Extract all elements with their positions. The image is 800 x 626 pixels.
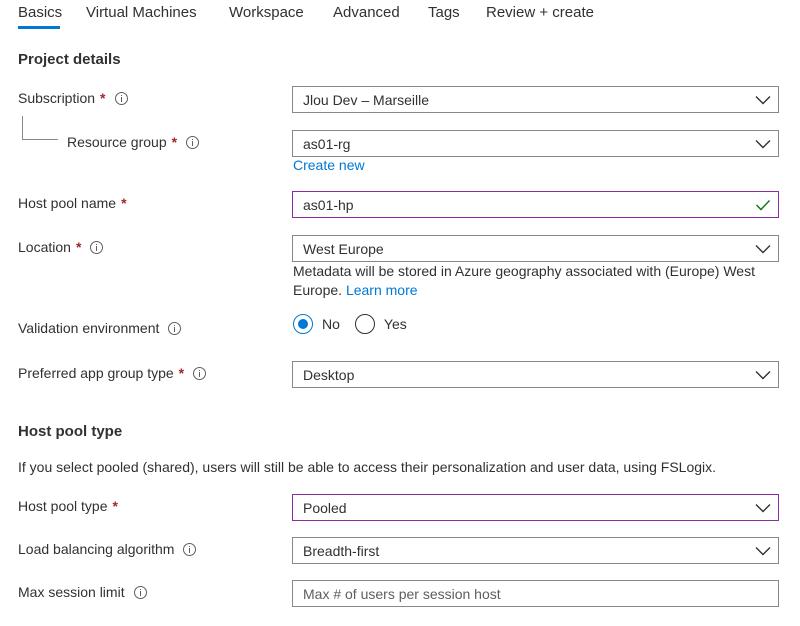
info-icon[interactable] <box>168 321 182 335</box>
tab-tags[interactable]: Tags <box>428 4 460 21</box>
chevron-down-icon <box>748 362 778 387</box>
required-marker: * <box>121 195 127 211</box>
create-new-link[interactable]: Create new <box>293 157 365 173</box>
resource-group-value: as01-rg <box>303 135 351 152</box>
app-group-type-value: Desktop <box>303 366 355 383</box>
chevron-down-icon <box>748 236 778 261</box>
resource-group-label: Resource group * <box>67 134 200 150</box>
tab-workspace[interactable]: Workspace <box>229 4 304 21</box>
active-tab-indicator <box>18 26 60 29</box>
chevron-down-icon <box>748 87 778 112</box>
info-icon[interactable] <box>186 135 200 149</box>
validation-environment-label-text: Validation environment <box>18 320 160 336</box>
subscription-label-text: Subscription <box>18 90 96 106</box>
checkmark-icon <box>748 192 778 217</box>
radio-yes-label: Yes <box>383 316 407 332</box>
tab-basics[interactable]: Basics <box>18 4 62 21</box>
resource-group-dropdown[interactable]: as01-rg <box>292 130 779 157</box>
app-group-type-label-text: Preferred app group type <box>18 365 174 381</box>
radio-yes[interactable]: Yes <box>354 314 407 334</box>
app-group-type-dropdown[interactable]: Desktop <box>292 361 779 388</box>
tab-review-create[interactable]: Review + create <box>486 4 594 21</box>
load-balancing-value: Breadth-first <box>303 542 380 559</box>
tab-advanced[interactable]: Advanced <box>333 4 400 21</box>
host-pool-name-label: Host pool name * <box>18 195 127 211</box>
load-balancing-label-text: Load balancing algorithm <box>18 541 175 557</box>
chevron-down-icon <box>748 131 778 156</box>
host-pool-type-description: If you select pooled (shared), users wil… <box>18 459 717 475</box>
subscription-label: Subscription * <box>18 90 128 106</box>
host-pool-type-value: Pooled <box>303 499 347 516</box>
app-group-type-label: Preferred app group type * <box>18 365 207 381</box>
host-pool-name-value: as01-hp <box>303 196 354 213</box>
load-balancing-label: Load balancing algorithm <box>18 541 197 557</box>
host-pool-name-input[interactable]: as01-hp <box>292 191 779 218</box>
subscription-value: Jlou Dev – Marseille <box>303 91 430 108</box>
wizard-tabs: Basics Virtual Machines Workspace Advanc… <box>0 0 800 30</box>
validation-environment-radio-group: No Yes <box>293 314 422 334</box>
load-balancing-dropdown[interactable]: Breadth-first <box>292 537 779 564</box>
validation-environment-label: Validation environment <box>18 320 182 336</box>
required-marker: * <box>100 90 106 106</box>
info-icon[interactable] <box>114 91 128 105</box>
subscription-dropdown[interactable]: Jlou Dev – Marseille <box>292 86 779 113</box>
info-icon[interactable] <box>183 542 197 556</box>
required-marker: * <box>178 365 185 381</box>
required-marker: * <box>112 498 118 514</box>
chevron-down-icon <box>748 538 778 563</box>
radio-no-label: No <box>322 316 340 332</box>
max-session-limit-label: Max session limit <box>18 584 147 600</box>
max-session-limit-label-text: Max session limit <box>18 584 125 600</box>
max-session-limit-input[interactable] <box>303 585 778 602</box>
host-pool-type-label-text: Host pool type <box>18 498 108 514</box>
resource-group-label-text: Resource group <box>67 134 167 150</box>
learn-more-link[interactable]: Learn more <box>346 282 418 298</box>
host-pool-type-label: Host pool type * <box>18 498 118 514</box>
location-help-text: Metadata will be stored in Azure geograp… <box>293 262 779 300</box>
location-value: West Europe <box>303 240 384 257</box>
location-dropdown[interactable]: West Europe <box>292 235 779 262</box>
tab-virtual-machines[interactable]: Virtual Machines <box>86 4 197 21</box>
project-details-title: Project details <box>18 51 121 68</box>
radio-button-selected[interactable] <box>293 314 313 334</box>
info-icon[interactable] <box>193 366 207 380</box>
chevron-down-icon <box>748 495 778 520</box>
host-pool-type-title: Host pool type <box>18 423 123 440</box>
location-label: Location * <box>18 239 104 255</box>
radio-no[interactable]: No <box>293 314 340 334</box>
max-session-limit-field[interactable] <box>292 580 779 607</box>
required-marker: * <box>75 239 82 255</box>
tree-connector <box>22 116 23 140</box>
host-pool-type-dropdown[interactable]: Pooled <box>292 494 779 521</box>
location-label-text: Location <box>18 239 71 255</box>
tree-connector <box>22 139 58 140</box>
radio-button[interactable] <box>354 314 375 334</box>
required-marker: * <box>171 134 178 150</box>
info-icon[interactable] <box>133 585 147 599</box>
info-icon[interactable] <box>90 240 104 254</box>
host-pool-name-label-text: Host pool name <box>18 195 117 211</box>
